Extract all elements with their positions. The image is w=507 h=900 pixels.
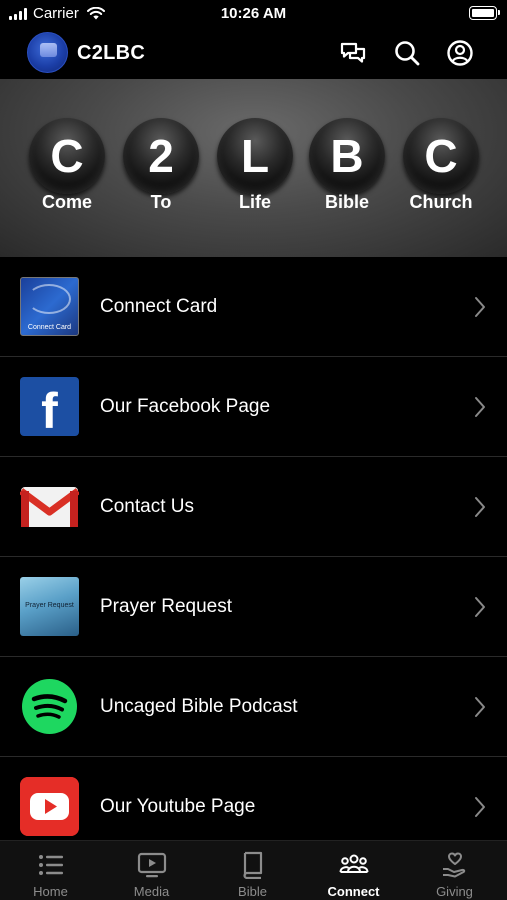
tv-play-icon bbox=[137, 852, 167, 878]
banner-word: Bible bbox=[324, 192, 369, 212]
tab-giving[interactable]: Giving bbox=[404, 841, 505, 900]
chevron-right-icon bbox=[475, 297, 485, 317]
spotify-icon bbox=[22, 679, 77, 734]
list-item-prayer-request[interactable]: Prayer Request Prayer Request bbox=[0, 557, 507, 657]
hand-heart-icon bbox=[443, 852, 466, 878]
list-item-contact-us[interactable]: Contact Us bbox=[0, 457, 507, 557]
tab-media[interactable]: Media bbox=[101, 841, 202, 900]
book-icon bbox=[243, 851, 263, 879]
tab-label: Giving bbox=[436, 884, 473, 899]
bottom-tab-bar: Home Media Bible Connect Giving bbox=[0, 840, 507, 900]
app-title: C2LBC bbox=[77, 42, 146, 64]
status-time: 10:26 AM bbox=[220, 5, 287, 22]
tab-connect[interactable]: Connect bbox=[303, 841, 404, 900]
banner-word: Church bbox=[409, 192, 473, 212]
prayer-request-thumbnail: Prayer Request bbox=[20, 577, 79, 636]
church-banner: C Come 2 To L Life B Bible C Church bbox=[0, 79, 507, 257]
search-icon[interactable] bbox=[392, 38, 422, 68]
list-item-facebook[interactable]: f Our Facebook Page bbox=[0, 357, 507, 457]
connect-card-thumb-text: Connect Card bbox=[27, 324, 72, 331]
people-icon bbox=[339, 854, 369, 873]
banner-ball-2: 2 bbox=[123, 118, 199, 194]
chevron-right-icon bbox=[475, 697, 485, 717]
list-item-podcast[interactable]: Uncaged Bible Podcast bbox=[0, 657, 507, 757]
banner-letter: 2 bbox=[148, 130, 174, 182]
list-icon bbox=[39, 855, 63, 875]
chevron-right-icon bbox=[475, 497, 485, 517]
banner-ball-l: L bbox=[217, 118, 293, 194]
connect-card-thumbnail: Connect Card bbox=[20, 277, 79, 336]
banner-letter: C bbox=[424, 130, 458, 182]
tab-label: Bible bbox=[238, 884, 267, 899]
app-header: C2LBC bbox=[0, 30, 507, 78]
list-item-connect-card[interactable]: Connect Card Connect Card bbox=[0, 257, 507, 357]
list-item-label: Our Facebook Page bbox=[100, 396, 271, 417]
chevron-right-icon bbox=[475, 397, 485, 417]
list-item-label: Prayer Request bbox=[100, 596, 233, 617]
connect-list: Connect Card Connect Card f Our Facebook… bbox=[0, 257, 507, 857]
tab-label: Home bbox=[33, 884, 68, 899]
status-bar: Carrier 10:26 AM bbox=[0, 0, 507, 30]
gmail-icon bbox=[20, 487, 79, 527]
tab-label: Connect bbox=[327, 884, 380, 899]
banner-word: To bbox=[150, 192, 172, 212]
tab-bible[interactable]: Bible bbox=[202, 841, 303, 900]
list-item-label: Contact Us bbox=[100, 496, 194, 517]
chevron-right-icon bbox=[475, 797, 485, 817]
banner-word: Life bbox=[238, 192, 271, 212]
prayer-thumb-text: Prayer Request bbox=[25, 602, 74, 609]
banner-word: Come bbox=[41, 192, 92, 212]
profile-icon[interactable] bbox=[445, 38, 475, 68]
banner-letter: B bbox=[330, 130, 364, 182]
banner-letter: C bbox=[50, 130, 84, 182]
tab-home[interactable]: Home bbox=[0, 841, 101, 900]
tab-label: Media bbox=[133, 884, 170, 899]
list-item-label: Uncaged Bible Podcast bbox=[100, 696, 298, 717]
list-item-label: Connect Card bbox=[100, 296, 218, 317]
chat-icon[interactable] bbox=[338, 38, 368, 68]
banner-ball-c2: C bbox=[403, 118, 479, 194]
youtube-icon bbox=[20, 777, 79, 836]
church-logo[interactable] bbox=[27, 32, 68, 73]
banner-ball-c: C bbox=[29, 118, 105, 194]
battery-icon bbox=[469, 6, 500, 20]
facebook-icon: f bbox=[20, 377, 79, 436]
chevron-right-icon bbox=[475, 597, 485, 617]
banner-letter: L bbox=[240, 130, 270, 182]
banner-ball-b: B bbox=[309, 118, 385, 194]
